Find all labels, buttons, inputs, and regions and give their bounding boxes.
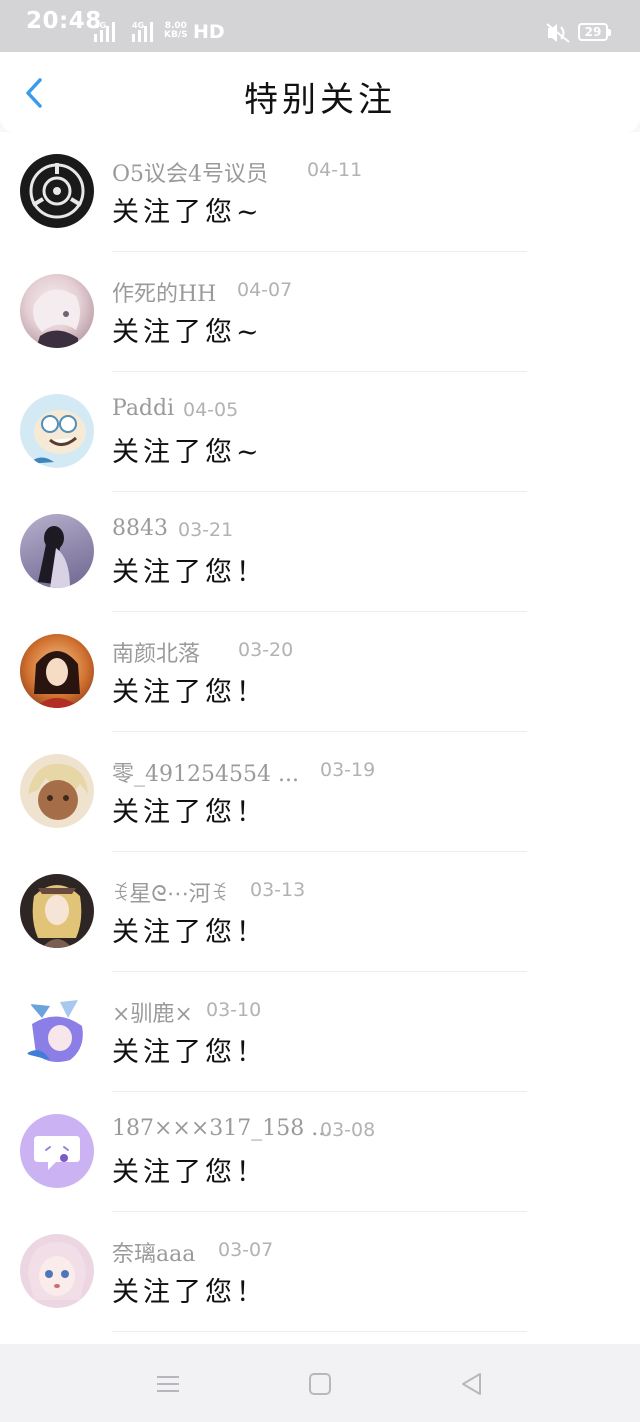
- avatar[interactable]: [20, 754, 94, 828]
- net-speed: 8.00 KB/S: [164, 21, 188, 40]
- follow-date: 04-07: [237, 279, 293, 301]
- header: 特别关注: [0, 52, 640, 132]
- list-item[interactable]: ꉂ星ᘓ⋯河ꉂ 03-13 关注了您！: [0, 852, 640, 972]
- follow-message: 关注了您！: [112, 677, 267, 708]
- follow-date: 03-07: [218, 1239, 274, 1261]
- svg-text:4G: 4G: [132, 21, 144, 30]
- follow-message: 关注了您！: [112, 1277, 267, 1308]
- scp-logo-icon: [29, 163, 85, 219]
- follow-date: 03-20: [238, 639, 294, 661]
- chat-bubble-icon: [34, 1136, 80, 1170]
- list-item[interactable]: 奈璃aaa 03-07 关注了您！: [0, 1212, 640, 1332]
- list-item[interactable]: ×驯鹿× 03-10 关注了您！: [0, 972, 640, 1092]
- follow-message: 关注了您！: [112, 1157, 267, 1188]
- list-item[interactable]: 187×××317_158 ... 03-08 关注了您！: [0, 1092, 640, 1212]
- user-name: O5议会4号议员: [112, 162, 269, 187]
- mute-icon: [546, 23, 570, 43]
- avatar[interactable]: [20, 514, 94, 588]
- divider: [112, 1331, 527, 1332]
- follow-date: 04-11: [307, 159, 363, 181]
- status-time: 20:48: [26, 8, 102, 34]
- avatar-illustration: [32, 885, 82, 948]
- avatar[interactable]: [20, 274, 94, 348]
- user-name: 8843: [112, 516, 168, 541]
- avatar-illustration: [28, 763, 88, 820]
- list-item[interactable]: 作死的HH 04-07 关注了您~: [0, 252, 640, 372]
- follow-date: 03-08: [320, 1119, 376, 1141]
- page-title: 特别关注: [244, 80, 396, 120]
- avatar-illustration: [34, 651, 80, 708]
- list-item[interactable]: 南颜北落 03-20 关注了您！: [0, 612, 640, 732]
- follow-date: 03-13: [250, 879, 306, 901]
- user-name: 南颜北落: [112, 642, 201, 667]
- list-item[interactable]: O5议会4号议员 04-11 关注了您~: [0, 132, 640, 252]
- list-item[interactable]: Paddi 04-05 关注了您~: [0, 372, 640, 492]
- follow-date: 03-19: [320, 759, 376, 781]
- menu-icon[interactable]: [154, 1370, 182, 1398]
- user-name: 奈璃aaa: [112, 1242, 196, 1267]
- list-item[interactable]: 8843 03-21 关注了您！: [0, 492, 640, 612]
- follow-message: 关注了您~: [112, 437, 263, 468]
- avatar[interactable]: [20, 874, 94, 948]
- follow-message: 关注了您~: [112, 197, 263, 228]
- avatar[interactable]: [20, 1234, 94, 1308]
- special-follow-list: O5议会4号议员 04-11 关注了您~ 作死的HH 04-07 关注了您~ P…: [0, 132, 640, 1344]
- follow-date: 04-05: [183, 399, 239, 421]
- follow-message: 关注了您！: [112, 1037, 267, 1068]
- avatar[interactable]: [20, 994, 94, 1068]
- avatar[interactable]: [20, 634, 94, 708]
- user-name: 零_491254554 ...: [112, 762, 299, 787]
- follow-message: 关注了您！: [112, 917, 267, 948]
- follow-message: 关注了您！: [112, 557, 267, 588]
- home-square-icon[interactable]: [306, 1370, 334, 1398]
- user-name: 187×××317_158 ...: [112, 1116, 333, 1141]
- follow-date: 03-21: [178, 519, 234, 541]
- back-triangle-icon[interactable]: [458, 1370, 486, 1398]
- system-nav-bar: [0, 1344, 640, 1422]
- list-item[interactable]: 零_491254554 ... 03-19 关注了您！: [0, 732, 640, 852]
- hd-indicator: HD: [193, 21, 225, 43]
- svg-text:4G: 4G: [94, 21, 106, 30]
- avatar-illustration: [28, 1242, 86, 1300]
- user-name: ꉂ星ᘓ⋯河ꉂ: [112, 882, 228, 907]
- user-name: 作死的HH: [112, 282, 217, 307]
- user-name: ×驯鹿×: [112, 1002, 193, 1027]
- avatar-illustration: [38, 526, 70, 588]
- avatar[interactable]: [20, 394, 94, 468]
- battery-level: 29: [584, 25, 602, 39]
- avatar[interactable]: [20, 1114, 94, 1188]
- avatar-illustration: [33, 289, 80, 348]
- user-name: Paddi: [112, 396, 175, 421]
- avatar[interactable]: [20, 154, 94, 228]
- follow-date: 03-10: [206, 999, 262, 1021]
- follow-message: 关注了您！: [112, 797, 267, 828]
- follow-message: 关注了您~: [112, 317, 263, 348]
- avatar-illustration: [28, 410, 86, 464]
- avatar-illustration: [26, 1000, 83, 1062]
- battery-icon: 29: [578, 23, 611, 41]
- status-bar: 20:48 4G 4G 8.00 KB/S HD 29: [0, 0, 640, 52]
